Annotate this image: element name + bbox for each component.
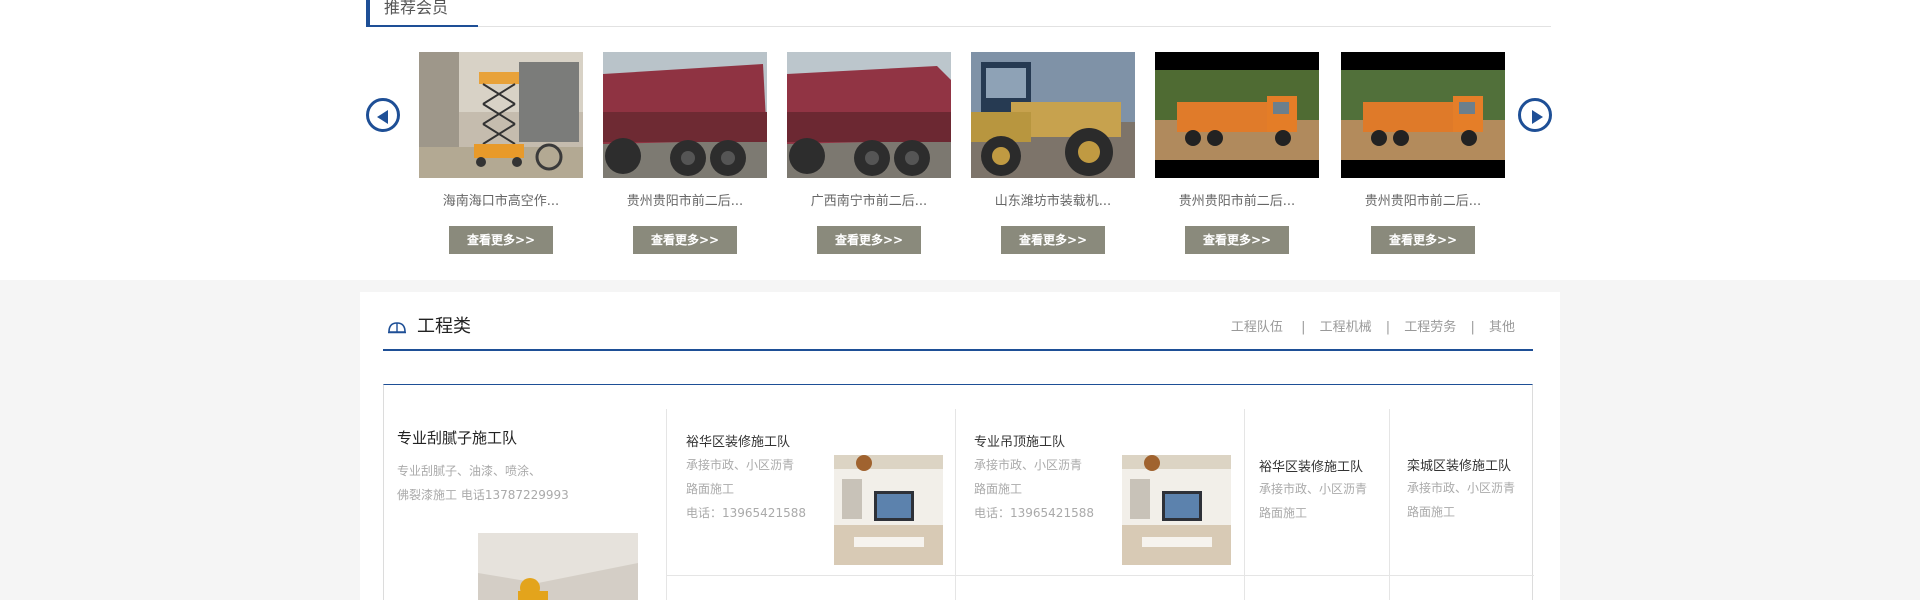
- listing-description: 承接市政、小区沥青 路面施工: [1407, 476, 1515, 524]
- listing-description-line: 承接市政、小区沥青: [974, 458, 1083, 472]
- listing-phone: 电话：13965421588: [686, 506, 806, 520]
- view-more-button[interactable]: 查看更多>>: [817, 226, 921, 254]
- listing-card-partial: [1244, 576, 1389, 600]
- member-photo-scissor-lift[interactable]: [419, 52, 583, 178]
- member-photo-dump-truck[interactable]: [603, 52, 767, 178]
- listing-card-partial: [666, 576, 955, 600]
- listing-description-line: 承接市政、小区沥青: [1259, 482, 1368, 496]
- listing-description-line: 承接市政、小区沥青: [686, 458, 795, 472]
- listing-title[interactable]: 裕华区装修施工队: [686, 431, 790, 450]
- listing-card[interactable]: 专业吊顶施工队 承接市政、小区沥青 路面施工 电话：13965421588: [955, 409, 1244, 576]
- nav-separator: |: [1301, 320, 1306, 335]
- nav-separator: |: [1470, 320, 1475, 335]
- carousel-next-button[interactable]: [1518, 98, 1552, 132]
- member-name[interactable]: 广西南宁市前二后...: [787, 192, 951, 212]
- nav-engineering-teams[interactable]: 工程队伍: [1231, 320, 1283, 335]
- member-card[interactable]: 广西南宁市前二后... 查看更多>>: [787, 52, 951, 254]
- member-photo-dump-truck[interactable]: [787, 52, 951, 178]
- nav-engineering-machinery[interactable]: 工程机械: [1320, 320, 1372, 335]
- listing-card[interactable]: 栾城区装修施工队 承接市政、小区沥青 路面施工: [1389, 409, 1534, 576]
- carousel-prev-button[interactable]: [366, 98, 400, 132]
- member-name[interactable]: 贵州贵阳市前二后...: [1155, 192, 1319, 212]
- listing-description: 承接市政、小区沥青 路面施工 电话：13965421588: [686, 453, 806, 525]
- listing-title[interactable]: 栾城区装修施工队: [1407, 455, 1511, 474]
- engineering-header: 工程类 工程队伍 | 工程机械 | 工程劳务 | 其他: [383, 292, 1533, 351]
- hard-hat-icon: [388, 322, 406, 334]
- listing-description-line: 承接市政、小区沥青: [1407, 481, 1516, 495]
- featured-listing[interactable]: 专业刮腻子施工队 专业刮腻子、油漆、喷涂、 佛裂漆施工 电话1378722999…: [384, 385, 666, 600]
- engineering-title: 工程类: [417, 316, 471, 337]
- member-name[interactable]: 贵州贵阳市前二后...: [603, 192, 767, 212]
- member-name[interactable]: 海南海口市高空作...: [419, 192, 583, 212]
- recommended-header: 推荐会员: [366, 0, 1551, 27]
- member-name[interactable]: 贵州贵阳市前二后...: [1341, 192, 1505, 212]
- listing-card-partial: [1389, 576, 1534, 600]
- listing-photo-worker[interactable]: [478, 533, 638, 600]
- member-photo-orange-truck[interactable]: [1155, 52, 1319, 178]
- listing-photo-interior[interactable]: [1122, 455, 1231, 565]
- nav-separator: |: [1385, 320, 1391, 335]
- listing-photo-interior[interactable]: [834, 455, 943, 565]
- listing-description-line: 佛裂漆施工 电话13787229993: [397, 488, 569, 502]
- member-photo-orange-truck[interactable]: [1341, 52, 1505, 178]
- member-card[interactable]: 山东潍坊市装载机... 查看更多>>: [971, 52, 1135, 254]
- listing-description-line: 路面施工: [1259, 506, 1308, 520]
- member-card[interactable]: 海南海口市高空作... 查看更多>>: [419, 52, 583, 254]
- listing-description-line: 路面施工: [974, 482, 1023, 496]
- listing-card[interactable]: 裕华区装修施工队 承接市政、小区沥青 路面施工 电话：13965421588: [666, 409, 955, 576]
- view-more-button[interactable]: 查看更多>>: [633, 226, 737, 254]
- listing-title[interactable]: 裕华区装修施工队: [1259, 456, 1363, 475]
- member-name[interactable]: 山东潍坊市装载机...: [971, 192, 1135, 212]
- member-photo-wheel-loader[interactable]: [971, 52, 1135, 178]
- listing-card-partial: [955, 576, 1244, 600]
- engineering-listings: 专业刮腻子施工队 专业刮腻子、油漆、喷涂、 佛裂漆施工 电话1378722999…: [383, 384, 1534, 600]
- listing-description-line: 路面施工: [1407, 505, 1456, 519]
- engineering-category-nav: 工程队伍 | 工程机械 | 工程劳务 | 其他: [1231, 319, 1515, 337]
- listing-description-line: 路面施工: [686, 482, 735, 496]
- nav-engineering-labor[interactable]: 工程劳务: [1404, 320, 1456, 335]
- listing-title[interactable]: 专业吊顶施工队: [974, 431, 1065, 450]
- listing-description: 承接市政、小区沥青 路面施工 电话：13965421588: [974, 453, 1094, 525]
- nav-other[interactable]: 其他: [1489, 320, 1515, 335]
- engineering-panel: 工程类 工程队伍 | 工程机械 | 工程劳务 | 其他 专业刮腻子施工队 专业刮…: [360, 292, 1560, 600]
- recommended-members-section: 推荐会员 海南海口市高空作... 查看更多>> 贵州贵阳市前二后... 查看更多…: [0, 0, 1920, 280]
- member-card[interactable]: 贵州贵阳市前二后... 查看更多>>: [603, 52, 767, 254]
- view-more-button[interactable]: 查看更多>>: [449, 226, 553, 254]
- view-more-button[interactable]: 查看更多>>: [1185, 226, 1289, 254]
- arrow-right-icon: [1532, 110, 1543, 124]
- view-more-button[interactable]: 查看更多>>: [1001, 226, 1105, 254]
- member-card[interactable]: 贵州贵阳市前二后... 查看更多>>: [1341, 52, 1505, 254]
- arrow-left-icon: [377, 110, 388, 124]
- listing-phone: 电话：13965421588: [974, 506, 1094, 520]
- listing-description: 承接市政、小区沥青 路面施工: [1259, 477, 1367, 525]
- listing-description: 专业刮腻子、油漆、喷涂、 佛裂漆施工 电话13787229993: [397, 459, 597, 507]
- view-more-button[interactable]: 查看更多>>: [1371, 226, 1475, 254]
- listing-card[interactable]: 裕华区装修施工队 承接市政、小区沥青 路面施工: [1244, 409, 1389, 576]
- listing-description-line: 专业刮腻子、油漆、喷涂、: [397, 464, 542, 478]
- section-title: 推荐会员: [366, 0, 479, 27]
- listing-title[interactable]: 专业刮腻子施工队: [397, 427, 517, 448]
- member-card[interactable]: 贵州贵阳市前二后... 查看更多>>: [1155, 52, 1319, 254]
